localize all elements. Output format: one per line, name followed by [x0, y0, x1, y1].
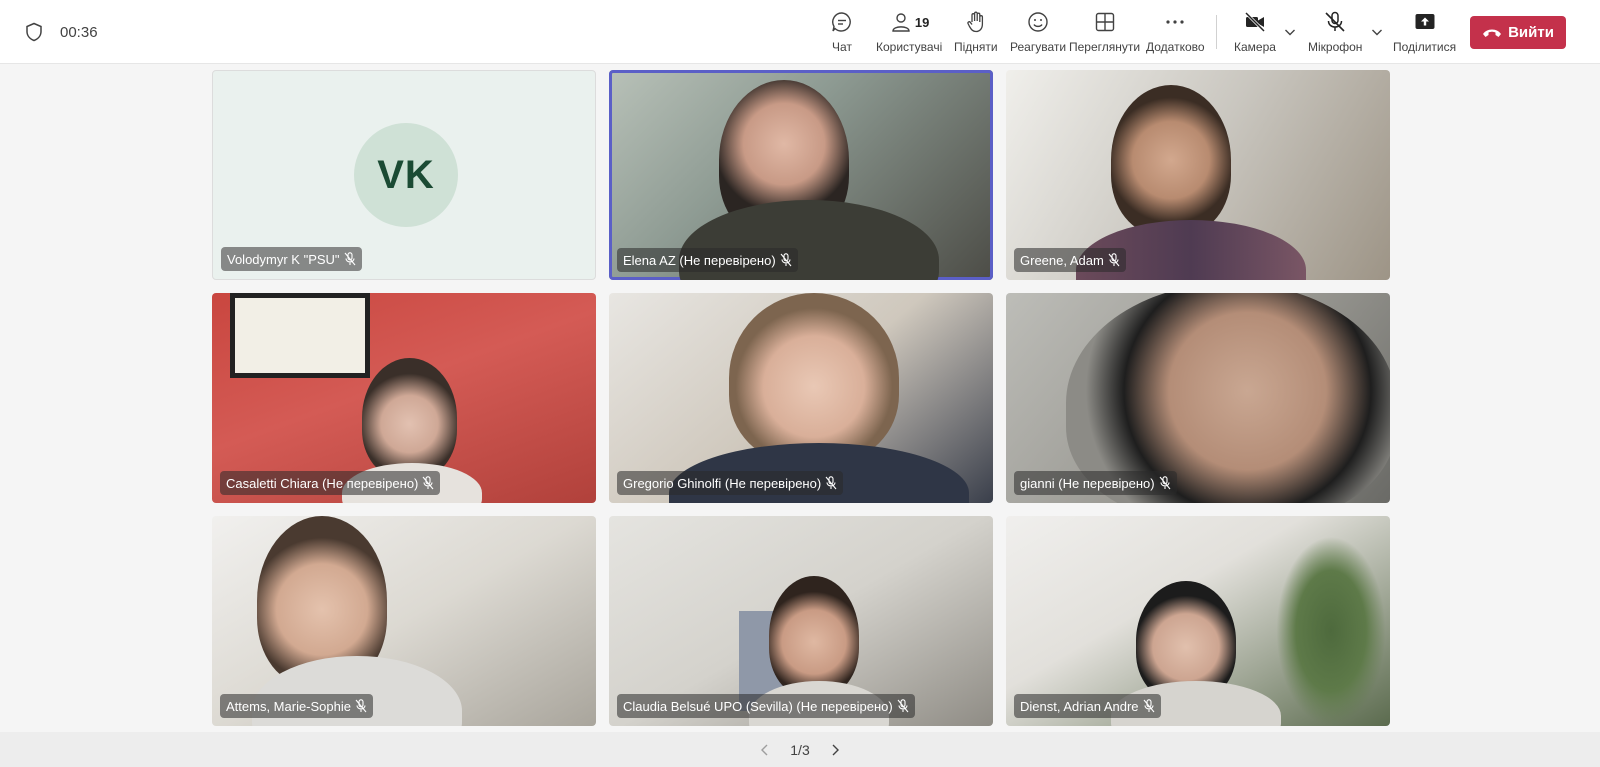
- participant-tile[interactable]: gianni (Не перевірено): [1006, 293, 1390, 503]
- participant-tile[interactable]: Dienst, Adrian Andre: [1006, 516, 1390, 726]
- participant-name: Casaletti Chiara (Не перевірено): [226, 475, 419, 491]
- participant-name-tag: Dienst, Adrian Andre: [1014, 694, 1161, 718]
- previous-page-chevron-left-icon[interactable]: [758, 743, 772, 757]
- toolbar-divider: [1216, 15, 1217, 49]
- mic-muted-icon: [897, 699, 909, 713]
- mic-muted-icon: [1143, 699, 1154, 713]
- participant-name-tag: Attems, Marie-Sophie: [220, 694, 373, 718]
- meeting-timer: 00:36: [60, 24, 98, 41]
- chat-label: Чат: [832, 40, 852, 54]
- participant-count: 19: [914, 14, 930, 30]
- participant-name-tag: gianni (Не перевірено): [1014, 471, 1177, 495]
- avatar: VK: [354, 123, 458, 227]
- share-label: Поділитися: [1393, 40, 1457, 54]
- react-button[interactable]: Реагувати: [1010, 8, 1066, 58]
- camera-off-icon: [1244, 11, 1266, 33]
- people-label: Користувачі: [876, 40, 943, 54]
- participant-tile[interactable]: Casaletti Chiara (Не перевірено): [212, 293, 596, 503]
- people-icon: [892, 13, 910, 32]
- mic-muted-icon: [1108, 253, 1120, 267]
- mic-muted-icon: [1159, 476, 1171, 490]
- participant-name-tag: Greene, Adam: [1014, 248, 1126, 272]
- participant-video: [1111, 85, 1231, 235]
- participant-video: [362, 358, 457, 478]
- participant-video: [729, 293, 899, 463]
- mic-muted-icon: [422, 476, 434, 490]
- view-button[interactable]: Переглянути: [1069, 8, 1140, 58]
- raise-hand-icon: [967, 11, 983, 33]
- page-indicator: 1/3: [790, 741, 810, 758]
- participant-name-tag: Volodymyr K "PSU": [221, 247, 362, 271]
- participant-name-tag: Claudia Belsué UPO (Sevilla) (Не перевір…: [617, 694, 915, 718]
- participant-name: Claudia Belsué UPO (Sevilla) (Не перевір…: [623, 698, 893, 714]
- microphone-button[interactable]: Мікрофон: [1308, 8, 1362, 58]
- chat-icon: [832, 12, 851, 32]
- chat-button[interactable]: Чат: [830, 8, 854, 58]
- hang-up-icon: [1483, 29, 1502, 37]
- react-label: Реагувати: [1010, 40, 1067, 54]
- mic-muted-icon: [780, 253, 792, 267]
- microphone-label: Мікрофон: [1308, 40, 1363, 54]
- participant-tile[interactable]: VK Volodymyr K "PSU": [212, 70, 596, 280]
- video-grid: VK Volodymyr K "PSU" Elena AZ (Не переві…: [212, 70, 1390, 726]
- mic-off-icon: [1325, 11, 1345, 32]
- participant-name: Gregorio Ghinolfi (Не перевірено): [623, 475, 822, 491]
- participant-name-tag: Elena AZ (Не перевірено): [617, 248, 798, 272]
- shield-icon[interactable]: [24, 22, 44, 42]
- camera-label: Камера: [1234, 40, 1276, 54]
- participant-tile[interactable]: Greene, Adam: [1006, 70, 1390, 280]
- raise-hand-label: Підняти: [954, 40, 998, 54]
- react-icon: [1028, 12, 1048, 32]
- participant-tile[interactable]: Attems, Marie-Sophie: [212, 516, 596, 726]
- share-button[interactable]: Поділитися: [1393, 8, 1456, 58]
- next-page-chevron-right-icon[interactable]: [828, 743, 842, 757]
- participant-video: [769, 576, 859, 696]
- more-label: Додатково: [1146, 40, 1205, 54]
- more-button[interactable]: Додатково: [1146, 8, 1205, 58]
- camera-button[interactable]: Камера: [1234, 8, 1276, 58]
- participant-name: Elena AZ (Не перевірено): [623, 252, 776, 268]
- participant-tile[interactable]: Claudia Belsué UPO (Sevilla) (Не перевір…: [609, 516, 993, 726]
- more-icon: [1166, 20, 1184, 24]
- mic-muted-icon: [355, 699, 367, 713]
- view-label: Переглянути: [1069, 40, 1141, 54]
- participant-name: Dienst, Adrian Andre: [1020, 698, 1139, 714]
- wall-painting: [230, 293, 370, 378]
- mic-muted-icon: [344, 252, 355, 266]
- participant-name-tag: Gregorio Ghinolfi (Не перевірено): [617, 471, 844, 495]
- participant-name-tag: Casaletti Chiara (Не перевірено): [220, 471, 441, 495]
- participant-name: gianni (Не перевірено): [1020, 475, 1155, 491]
- leave-label: Вийти: [1508, 24, 1554, 41]
- mic-muted-icon: [825, 476, 837, 490]
- participant-tile[interactable]: Gregorio Ghinolfi (Не перевірено): [609, 293, 993, 503]
- microphone-options-chevron-down-icon[interactable]: [1369, 24, 1385, 40]
- raise-hand-button[interactable]: Підняти: [954, 8, 998, 58]
- participant-name: Volodymyr K "PSU": [227, 251, 340, 267]
- view-icon: [1095, 12, 1114, 32]
- participant-name: Greene, Adam: [1020, 252, 1104, 268]
- leave-button[interactable]: Вийти: [1470, 16, 1566, 49]
- meeting-toolbar: 00:36 Чат 19 Користувачі Підняти Реагува…: [0, 0, 1600, 64]
- participant-name: Attems, Marie-Sophie: [226, 698, 351, 714]
- camera-options-chevron-down-icon[interactable]: [1282, 24, 1298, 40]
- plant: [1276, 536, 1386, 726]
- share-icon: [1415, 14, 1435, 29]
- gallery-pager: 1/3: [0, 732, 1600, 767]
- participant-tile-active-speaker[interactable]: Elena AZ (Не перевірено): [609, 70, 993, 280]
- people-button[interactable]: 19 Користувачі: [876, 8, 942, 58]
